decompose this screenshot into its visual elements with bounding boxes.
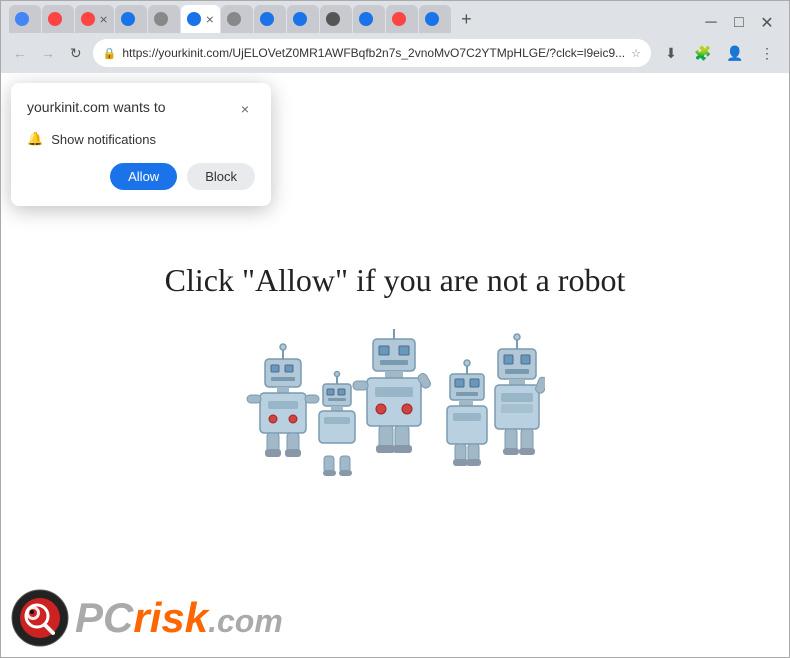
download-button[interactable]: ⬇ bbox=[657, 39, 685, 67]
nav-bar: ← → ↻ 🔒 https://yourkinit.com/UjELOVetZ0… bbox=[1, 33, 789, 73]
reload-button[interactable]: ↻ bbox=[65, 39, 87, 67]
tab-11[interactable] bbox=[353, 5, 385, 33]
tab-favicon-3 bbox=[81, 12, 95, 26]
forward-button[interactable]: → bbox=[37, 39, 59, 67]
block-button[interactable]: Block bbox=[187, 163, 255, 190]
tab-favicon-active bbox=[187, 12, 201, 26]
pcrisk-risk-text: risk bbox=[133, 594, 208, 642]
page-heading: Click "Allow" if you are not a robot bbox=[165, 262, 626, 299]
tab-label-3: ⨯ bbox=[99, 13, 108, 26]
back-button[interactable]: ← bbox=[9, 39, 31, 67]
robots-illustration bbox=[245, 329, 545, 489]
tab-1[interactable] bbox=[9, 5, 41, 33]
tab-favicon-2 bbox=[48, 12, 62, 26]
tab-favicon-10 bbox=[326, 12, 340, 26]
tab-7[interactable] bbox=[221, 5, 253, 33]
tab-favicon-5 bbox=[154, 12, 168, 26]
star-icon[interactable]: ☆ bbox=[631, 47, 641, 60]
pcrisk-com-text: .com bbox=[208, 603, 283, 640]
pcrisk-text-group: PC risk .com bbox=[75, 594, 283, 642]
extensions-button[interactable]: 🧩 bbox=[689, 39, 717, 67]
top-bar: ⨯ ⨯ bbox=[1, 1, 789, 73]
menu-button[interactable]: ⋮ bbox=[753, 39, 781, 67]
notification-text: Show notifications bbox=[51, 132, 156, 147]
address-text: https://yourkinit.com/UjELOVetZ0MR1AWFBq… bbox=[122, 46, 625, 60]
minimize-button[interactable]: ─ bbox=[701, 13, 721, 33]
address-bar[interactable]: 🔒 https://yourkinit.com/UjELOVetZ0MR1AWF… bbox=[93, 39, 651, 67]
tab-3[interactable]: ⨯ bbox=[75, 5, 114, 33]
tab-favicon-11 bbox=[359, 12, 373, 26]
pcrisk-icon bbox=[11, 589, 69, 647]
popup-buttons: Allow Block bbox=[27, 163, 255, 190]
popup-close-button[interactable]: × bbox=[235, 99, 255, 119]
robots-svg bbox=[245, 329, 545, 489]
nav-right-buttons: ⬇ 🧩 👤 ⋮ bbox=[657, 39, 781, 67]
tab-favicon-8 bbox=[260, 12, 274, 26]
popup-header: yourkinit.com wants to × bbox=[27, 99, 255, 119]
tab-favicon-1 bbox=[15, 12, 29, 26]
bell-icon: 🔔 bbox=[27, 131, 43, 147]
page-content: yourkinit.com wants to × 🔔 Show notifica… bbox=[1, 73, 789, 657]
pcrisk-pc-text: PC bbox=[75, 594, 133, 642]
notification-popup: yourkinit.com wants to × 🔔 Show notifica… bbox=[11, 83, 271, 206]
allow-button[interactable]: Allow bbox=[110, 163, 177, 190]
popup-title: yourkinit.com wants to bbox=[27, 99, 166, 115]
tab-2[interactable] bbox=[42, 5, 74, 33]
tab-10[interactable] bbox=[320, 5, 352, 33]
lock-icon: 🔒 bbox=[103, 47, 117, 60]
tabs-strip: ⨯ ⨯ bbox=[1, 1, 789, 33]
tab-favicon-4 bbox=[121, 12, 135, 26]
tab-favicon-7 bbox=[227, 12, 241, 26]
tab-favicon-9 bbox=[293, 12, 307, 26]
popup-notification-item: 🔔 Show notifications bbox=[27, 131, 255, 147]
new-tab-button[interactable]: + bbox=[452, 5, 480, 33]
tab-9[interactable] bbox=[287, 5, 319, 33]
close-button[interactable]: ✕ bbox=[757, 13, 777, 33]
tab-favicon-13 bbox=[425, 12, 439, 26]
tab-8[interactable] bbox=[254, 5, 286, 33]
tab-13[interactable] bbox=[419, 5, 451, 33]
browser-window: ⨯ ⨯ bbox=[0, 0, 790, 658]
tab-close-active[interactable]: ⨯ bbox=[205, 13, 214, 26]
profile-button[interactable]: 👤 bbox=[721, 39, 749, 67]
tab-favicon-12 bbox=[392, 12, 406, 26]
tab-4[interactable] bbox=[115, 5, 147, 33]
pcrisk-logo: PC risk .com bbox=[11, 589, 283, 647]
tab-5[interactable] bbox=[148, 5, 180, 33]
tab-12[interactable] bbox=[386, 5, 418, 33]
tab-active[interactable]: ⨯ bbox=[181, 5, 220, 33]
restore-button[interactable]: □ bbox=[729, 13, 749, 33]
